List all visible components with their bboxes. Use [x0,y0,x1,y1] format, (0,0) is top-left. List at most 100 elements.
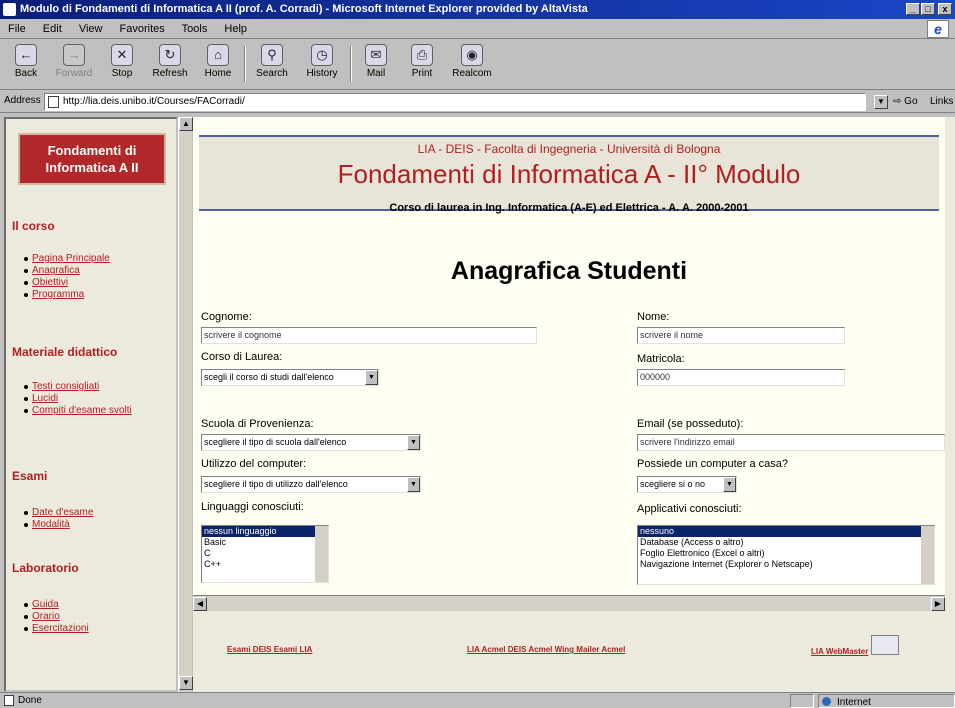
horizontal-scrollbar[interactable]: ◀ ▶ [193,595,945,611]
sidebar-heading-materiale: Materiale didattico [12,345,118,359]
header-band: LIA - DEIS - Facolta di Ingegneria - Uni… [199,135,939,211]
sidebar-list-materiale: Testi consigliati Lucidi Compiti d'esame… [24,381,156,417]
sidebar-item-modalita: Modalità [23,519,93,530]
linguaggi-option[interactable]: nessun linguaggio [202,526,328,537]
cognome-input[interactable]: scrivere il cognome [201,327,537,344]
mail-button[interactable]: ✉ Mail [356,44,396,86]
print-button[interactable]: ⎙ Print [402,44,442,86]
linguaggi-option[interactable]: Basic [202,537,328,548]
applicativi-option[interactable]: Navigazione Internet (Explorer o Netscap… [638,559,934,570]
ie-logo-icon: e [927,20,949,38]
mail-icon[interactable] [871,635,899,655]
corso-label: Corso di Laurea: [201,351,283,363]
minimize-button[interactable]: _ [906,3,920,15]
address-url: http://lia.deis.unibo.it/Courses/FACorra… [63,96,245,107]
utilizzo-label: Utilizzo del computer: [201,458,307,470]
linguaggi-listbox[interactable]: nessun linguaggio Basic C C++ [201,525,329,583]
address-dropdown-button[interactable]: ▼ [874,95,888,109]
stop-button[interactable]: ✕ Stop [102,44,142,86]
scuola-select[interactable]: scegliere il tipo di scuola dall'elenco ▼ [201,434,421,451]
utilizzo-select[interactable]: scegliere il tipo di utilizzo dall'elenc… [201,476,421,493]
refresh-icon: ↻ [159,44,181,66]
corso-select[interactable]: scegli il corso di studi dall'elenco ▼ [201,369,379,386]
forward-button[interactable]: → Forward [52,44,96,86]
menu-view[interactable]: View [79,23,103,35]
search-button[interactable]: ⚲ Search [250,44,294,86]
scroll-right-button[interactable]: ▶ [931,597,945,611]
menu-help[interactable]: Help [224,23,247,35]
linguaggi-option[interactable]: C [202,548,328,559]
search-icon: ⚲ [261,44,283,66]
menu-edit[interactable]: Edit [43,23,62,35]
status-text: Done [18,695,42,706]
sidebar-item-pagina-principale: Pagina Principale [24,253,110,264]
nome-input[interactable]: scrivere il nome [637,327,845,344]
sidebar-link-lucidi[interactable]: Lucidi [32,393,58,404]
content-area: LIA - DEIS - Facolta di Ingegneria - Uni… [193,117,945,595]
menu-file[interactable]: File [8,23,26,35]
applicativi-option[interactable]: nessuno [638,526,934,537]
applicativi-option[interactable]: Foglio Elettronico (Excel o altri) [638,548,934,559]
sidebar-link-date-esame[interactable]: Date d'esame [32,507,93,518]
sidebar-link-orario[interactable]: Orario [32,611,60,622]
sidebar-item-guida: Guida [24,599,89,610]
linguaggi-label: Linguaggi conosciuti: [201,501,304,513]
computer-casa-select[interactable]: scegliere si o no ▼ [637,476,737,493]
webmaster-link[interactable]: LIA WebMaster [811,647,868,656]
realcom-button[interactable]: ◉ Realcom [448,44,496,86]
sidebar-heading-esami: Esami [12,469,48,483]
refresh-button[interactable]: ↻ Refresh [148,44,192,86]
applicativi-listbox[interactable]: nessuno Database (Access o altro) Foglio… [637,525,935,585]
sidebar-item-anagrafica: Anagrafica [24,265,110,276]
back-button[interactable]: ← Back [6,44,46,86]
toolbar: ← Back → Forward ✕ Stop ↻ Refresh ⌂ Home ⚲ Sea… [0,40,955,90]
page-icon [48,96,59,108]
sidebar-title: Fondamenti di Informatica A II [18,133,166,185]
course-subtitle: Corso di laurea in Ing. Informatica (A-E… [389,202,749,214]
menu-tools[interactable]: Tools [182,23,208,35]
scroll-left-button[interactable]: ◀ [193,597,207,611]
sidebar-item-compiti: Compiti d'esame svolti [24,405,156,416]
navigation-scrollbar[interactable]: ▲ ▼ [178,117,193,692]
sidebar-link-programma[interactable]: Programma [32,289,84,300]
scroll-down-button[interactable]: ▼ [179,676,193,690]
sidebar-link-modalita[interactable]: Modalità [32,519,70,530]
sidebar-link-pagina-principale[interactable]: Pagina Principale [32,253,110,264]
sidebar-heading-laboratorio: Laboratorio [12,561,79,575]
linguaggi-scrollbar[interactable] [315,526,328,582]
scroll-up-button[interactable]: ▲ [179,117,193,131]
page-title: Anagrafica Studenti [450,257,688,285]
sidebar-link-testi[interactable]: Testi consigliati [32,381,99,392]
maximize-button[interactable]: □ [921,3,935,15]
realcom-icon: ◉ [461,44,483,66]
sidebar-link-compiti[interactable]: Compiti d'esame svolti [32,405,132,416]
forward-arrow-icon: → [63,44,85,66]
home-button[interactable]: ⌂ Home [198,44,238,86]
links-button[interactable]: Links [930,94,953,110]
ie-icon [3,3,16,16]
go-button[interactable]: ⇨ Go [893,94,927,110]
applicativi-scrollbar[interactable] [921,526,934,584]
sidebar-link-anagrafica[interactable]: Anagrafica [32,265,80,276]
matricola-input[interactable]: 000000 [637,369,845,386]
applicativi-option[interactable]: Database (Access o altro) [638,537,934,548]
sidebar-item-esercitazioni: Esercitazioni [24,623,89,634]
computer-casa-label: Possiede un computer a casa? [637,458,789,470]
sidebar-link-obiettivi[interactable]: Obiettivi [32,277,68,288]
menu-favorites[interactable]: Favorites [120,23,165,35]
address-bar: Address http://lia.deis.unibo.it/Courses… [0,91,955,113]
email-input[interactable]: scrivere l'indirizzo email [637,434,945,451]
toolbar-separator [350,46,352,82]
content-frame: LIA - DEIS - Facolta di Ingegneria - Uni… [193,117,955,692]
footer-link-acmel[interactable]: LIA Acmel DEIS Acmel Wing Mailer Acmel [467,645,625,654]
address-input[interactable]: http://lia.deis.unibo.it/Courses/FACorra… [44,93,866,111]
sidebar-link-guida[interactable]: Guida [32,599,59,610]
close-button[interactable]: x [938,3,952,15]
home-icon: ⌂ [207,44,229,66]
footer-link-esami[interactable]: Esami DEIS Esami LIA [227,645,312,654]
sidebar-link-esercitazioni[interactable]: Esercitazioni [32,623,89,634]
linguaggi-option[interactable]: C++ [202,559,328,570]
history-button[interactable]: ◷ History [300,44,344,86]
page-icon [4,695,14,706]
sidebar-item-programma: Programma [24,289,110,300]
